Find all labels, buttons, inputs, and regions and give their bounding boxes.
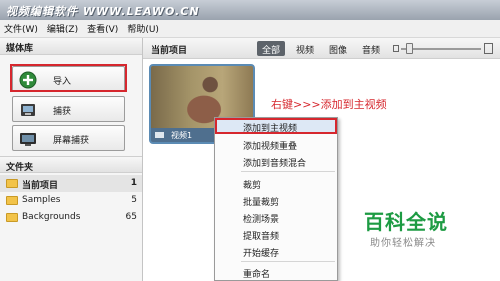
import-highlight-box <box>10 64 127 92</box>
zoom-slider-thumb[interactable] <box>406 43 413 54</box>
tab-all[interactable]: 全部 <box>257 41 286 56</box>
screen-capture-icon <box>20 133 36 146</box>
annotation-text: 右键>>>添加到主视频 <box>271 98 387 111</box>
title-bar: 视频编辑软件 WWW.LEAWO.CN <box>0 0 500 20</box>
folder-name: Samples <box>22 195 61 205</box>
menu-item-add-to-audio-mix[interactable]: 添加到音频混合 <box>215 153 337 169</box>
zoom-slider[interactable] <box>401 48 481 50</box>
capture-icon <box>21 104 35 116</box>
folder-icon <box>6 196 18 205</box>
menu-separator <box>241 171 335 172</box>
folder-name: Backgrounds <box>22 212 81 222</box>
tab-video[interactable]: 视频 <box>291 41 319 56</box>
folder-current-project[interactable]: 当前项目 1 <box>0 175 142 192</box>
folder-count: 5 <box>131 195 137 205</box>
left-panel: 媒体库 导入 捕获 屏幕捕获 文件夹 当前项目 1 Samples 5 Back… <box>0 38 143 281</box>
project-header: 当前项目 全部 视频 图像 音频 <box>143 38 500 59</box>
capture-button[interactable]: 捕获 <box>12 96 125 122</box>
screen-capture-button-label: 屏幕捕获 <box>53 136 90 146</box>
media-library-header: 媒体库 <box>0 38 142 55</box>
folders-header: 文件夹 <box>0 156 142 173</box>
capture-button-label: 捕获 <box>53 107 72 117</box>
watermark-title: 百科全说 <box>364 210 448 234</box>
folder-count: 65 <box>125 212 137 222</box>
menu-item-start-cache[interactable]: 开始缓存 <box>215 243 337 259</box>
zoom-in-icon[interactable] <box>484 43 493 54</box>
menu-view[interactable]: 查看(V) <box>87 22 118 35</box>
menu-item-batch-crop[interactable]: 批量裁剪 <box>215 192 337 208</box>
folder-icon <box>6 179 18 188</box>
menu-item-detect-scenes[interactable]: 检测场景 <box>215 209 337 225</box>
context-menu: 添加到主视频 添加视频重叠 添加到音频混合 裁剪 批量裁剪 检测场景 提取音频 … <box>214 117 338 281</box>
menu-item-extract-audio[interactable]: 提取音频 <box>215 226 337 242</box>
folder-name: 当前项目 <box>22 181 59 191</box>
menu-item-add-to-main-video[interactable]: 添加到主视频 <box>215 118 337 134</box>
menu-item-crop[interactable]: 裁剪 <box>215 175 337 191</box>
folder-icon <box>6 213 18 222</box>
zoom-out-icon[interactable] <box>393 45 399 52</box>
tab-image[interactable]: 图像 <box>324 41 352 56</box>
clip-name: 视频1 <box>171 131 193 140</box>
folder-samples[interactable]: Samples 5 <box>0 192 142 209</box>
menu-bar: 文件(W) 编辑(Z) 查看(V) 帮助(U) <box>0 20 500 38</box>
screen-capture-button[interactable]: 屏幕捕获 <box>12 125 125 151</box>
folder-count: 1 <box>130 178 137 188</box>
menu-file[interactable]: 文件(W) <box>4 22 38 35</box>
menu-item-add-video-overlay[interactable]: 添加视频重叠 <box>215 136 337 152</box>
menu-edit[interactable]: 编辑(Z) <box>47 22 78 35</box>
menu-separator <box>241 261 335 262</box>
menu-help[interactable]: 帮助(U) <box>127 22 159 35</box>
video-camera-icon <box>155 132 164 138</box>
window-title: 视频编辑软件 WWW.LEAWO.CN <box>6 5 200 18</box>
project-title: 当前项目 <box>151 46 188 56</box>
tab-audio[interactable]: 音频 <box>357 41 385 56</box>
folder-backgrounds[interactable]: Backgrounds 65 <box>0 209 142 226</box>
watermark-subtitle: 助你轻松解决 <box>370 238 436 249</box>
menu-item-rename[interactable]: 重命名 <box>215 264 337 280</box>
